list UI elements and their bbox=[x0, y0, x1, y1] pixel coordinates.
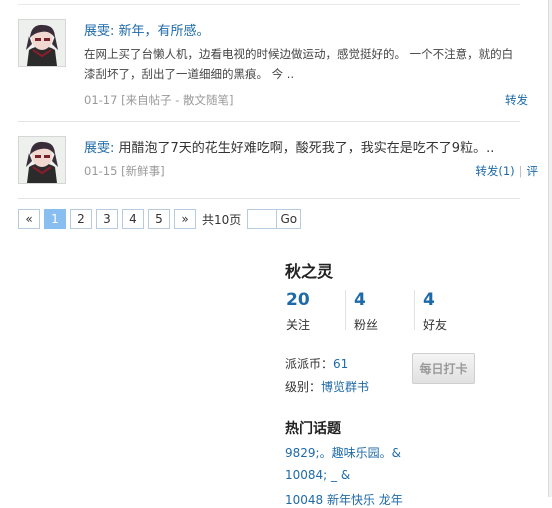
profile-name[interactable]: 秋之灵 bbox=[285, 258, 333, 282]
page-1-button[interactable]: 1 bbox=[44, 209, 66, 229]
coins-label: 派派币： bbox=[285, 357, 334, 371]
post-meta: 01-17 [来自帖子 - 散文随笔] bbox=[84, 92, 234, 108]
item-divider bbox=[18, 198, 520, 199]
page-5-button[interactable]: 5 bbox=[148, 209, 170, 229]
page-go-button[interactable]: Go bbox=[277, 209, 302, 229]
stat-fans[interactable]: 4 粉丝 bbox=[354, 290, 378, 333]
page-3-button[interactable]: 3 bbox=[96, 209, 118, 229]
topic-link[interactable]: 9829;。趣味乐园。& bbox=[285, 444, 401, 461]
post-date: 01-15 bbox=[84, 164, 118, 178]
post-title-text[interactable]: 新年，有所感。 bbox=[119, 24, 210, 39]
stat-divider bbox=[414, 290, 415, 330]
page-jump-input[interactable] bbox=[247, 209, 278, 229]
level-row: 级别：博览群书 bbox=[285, 378, 369, 395]
post-actions: 转发(1) | 评 bbox=[475, 163, 538, 179]
author-name[interactable]: 展雯 bbox=[84, 141, 110, 156]
prev-page-button[interactable]: « bbox=[18, 209, 40, 229]
author-colon: : bbox=[110, 141, 119, 156]
repost-link[interactable]: 转发(1) bbox=[475, 164, 514, 178]
topic-link[interactable]: 10048 新年快乐 龙年 bbox=[285, 491, 403, 508]
post-source[interactable]: [来自帖子 - 散文随笔] bbox=[121, 93, 233, 107]
feed-item: 展雯: 用醋泡了7天的花生好难吃啊，酸死我了，我实在是吃不了9粒。.. 01-1… bbox=[18, 134, 538, 199]
item-divider bbox=[18, 121, 520, 122]
comment-link[interactable]: 评 bbox=[527, 164, 539, 178]
page-total: 共10页 bbox=[202, 212, 242, 227]
author-colon: : bbox=[110, 24, 119, 39]
avatar[interactable] bbox=[18, 19, 66, 67]
action-separator: | bbox=[518, 164, 523, 178]
post-meta: 01-15 [新鲜事] bbox=[84, 163, 165, 179]
next-page-button[interactable]: » bbox=[174, 209, 196, 229]
feed-item: 展雯: 新年，有所感。 在网上买了台懒人机，边看电视的时候边做运动，感觉挺好的。… bbox=[18, 17, 528, 122]
post-title[interactable]: 展雯: 新年，有所感。 bbox=[84, 20, 522, 39]
avatar[interactable] bbox=[18, 136, 66, 184]
post-actions: 转发 bbox=[505, 92, 528, 108]
repost-link[interactable]: 转发 bbox=[505, 93, 528, 107]
level-label: 级别： bbox=[285, 380, 322, 394]
level-value[interactable]: 博览群书 bbox=[321, 380, 369, 394]
coins-row: 派派币：61 bbox=[285, 355, 348, 372]
stat-following-count[interactable]: 20 bbox=[286, 290, 310, 310]
post-excerpt: 在网上买了台懒人机，边看电视的时候边做运动，感觉挺好的。 一个不注意，就的白漆刮… bbox=[84, 47, 514, 81]
stat-following[interactable]: 20 关注 bbox=[286, 290, 310, 333]
post-date: 01-17 bbox=[84, 93, 118, 107]
post-title-text[interactable]: 用醋泡了7天的花生好难吃啊，酸死我了，我实在是吃不了9粒。.. bbox=[119, 141, 495, 156]
pagination: « 1 2 3 4 5 » 共10页 Go bbox=[18, 209, 302, 229]
stat-divider bbox=[345, 290, 346, 330]
topic-link[interactable]: 10084; _ & bbox=[285, 468, 350, 482]
stat-following-label: 关注 bbox=[286, 318, 311, 332]
post-title[interactable]: 展雯: 用醋泡了7天的花生好难吃啊，酸死我了，我实在是吃不了9粒。.. bbox=[84, 137, 528, 156]
daily-checkin-button[interactable]: 每日打卡 bbox=[412, 353, 475, 384]
top-divider bbox=[18, 4, 520, 5]
post-source[interactable]: [新鲜事] bbox=[121, 164, 164, 178]
page-2-button[interactable]: 2 bbox=[70, 209, 92, 229]
page-4-button[interactable]: 4 bbox=[122, 209, 144, 229]
coins-value[interactable]: 61 bbox=[333, 357, 348, 371]
author-name[interactable]: 展雯 bbox=[84, 24, 110, 39]
stat-friends-label: 好友 bbox=[423, 318, 448, 332]
stat-fans-label: 粉丝 bbox=[354, 318, 379, 332]
stat-friends[interactable]: 4 好友 bbox=[423, 290, 447, 333]
stat-fans-count[interactable]: 4 bbox=[354, 290, 378, 310]
scrollbar[interactable] bbox=[548, 0, 552, 497]
hot-topics-title: 热门话题 bbox=[285, 421, 341, 437]
stat-friends-count[interactable]: 4 bbox=[423, 290, 447, 310]
